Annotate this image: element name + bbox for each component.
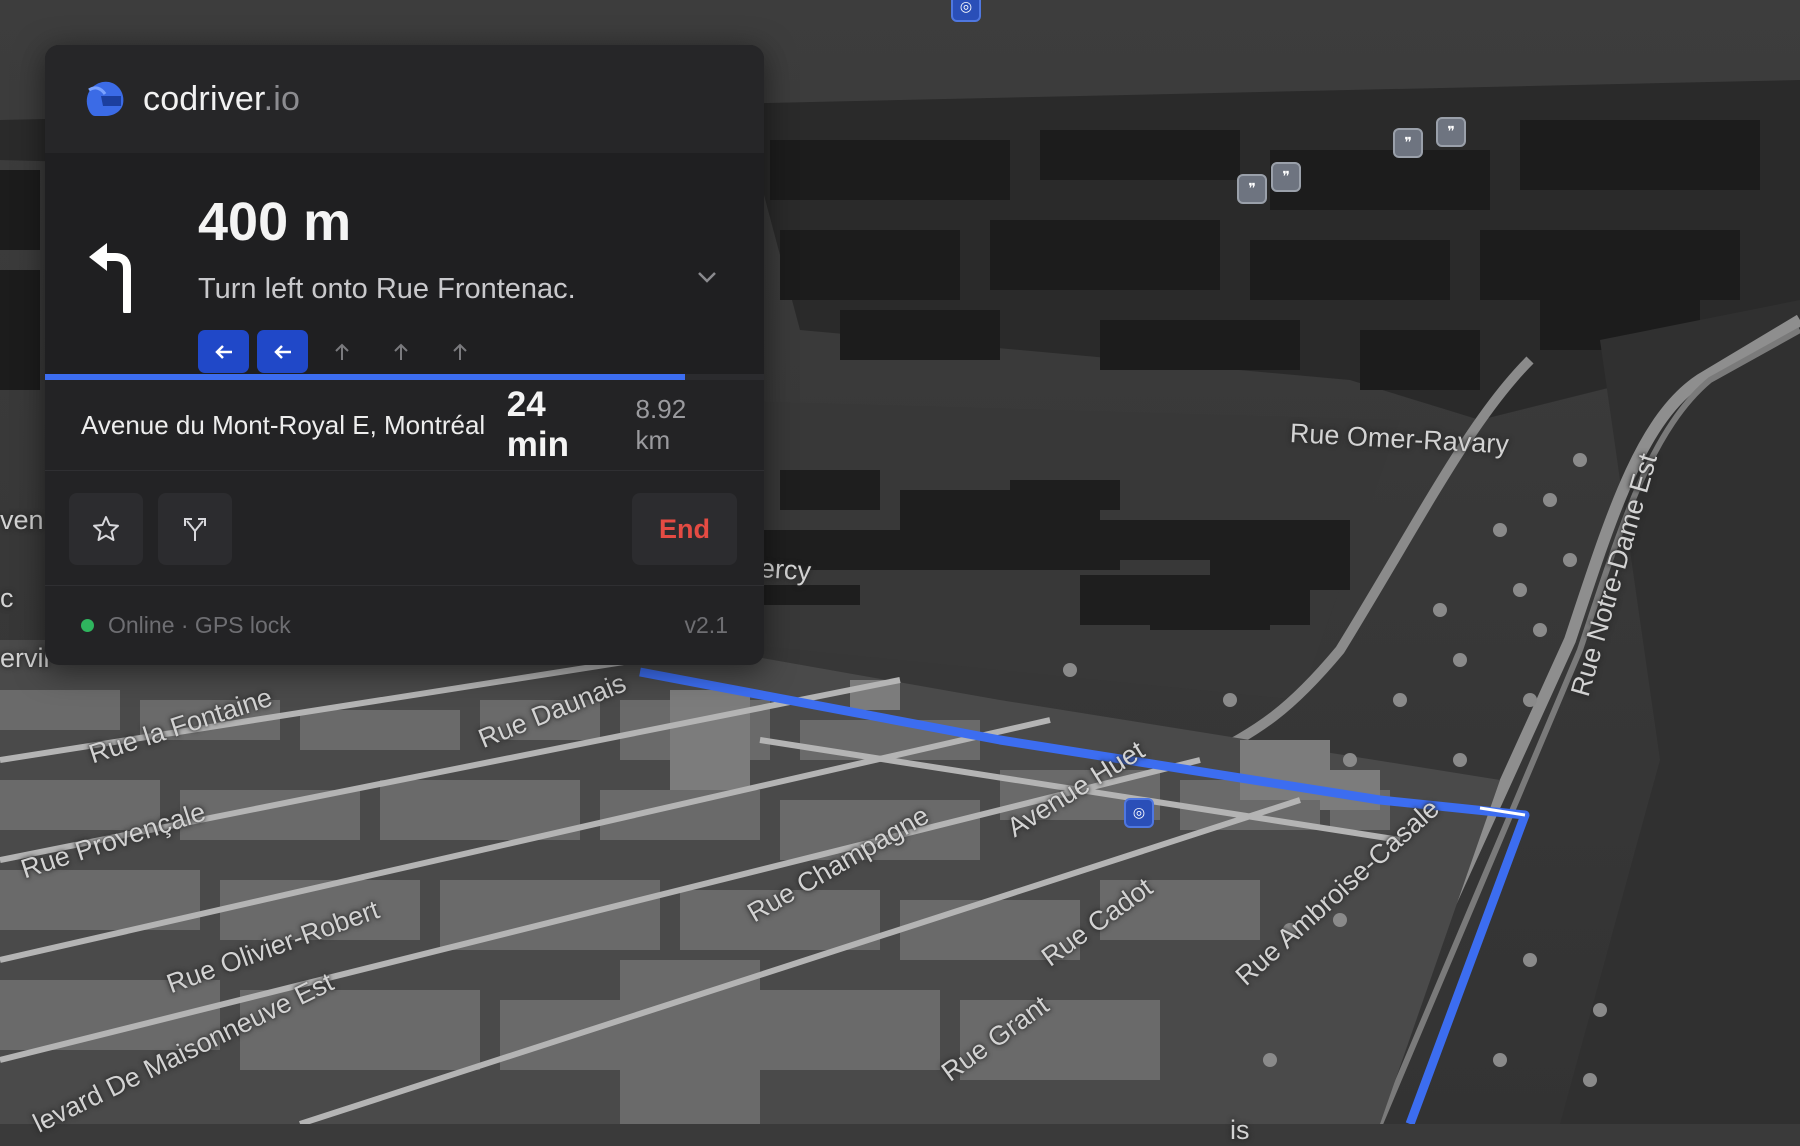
street-label: ercy — [758, 553, 812, 587]
arrow-up-icon — [393, 343, 408, 360]
poi-marker-icon[interactable]: ❞ — [1237, 174, 1267, 204]
brand-name-main: codriver — [143, 79, 264, 118]
chevron-down-icon[interactable] — [695, 265, 719, 289]
lane-left — [198, 330, 249, 373]
maneuver-distance: 400 m — [198, 192, 352, 252]
end-navigation-button[interactable]: End — [632, 493, 737, 565]
street-label: c — [0, 583, 14, 613]
favorite-button[interactable] — [69, 493, 143, 565]
route-progress-fill — [45, 374, 685, 380]
status-bar: Online · GPS lock v2.1 — [45, 586, 764, 664]
lane-straight — [316, 330, 367, 373]
arrow-up-icon — [452, 343, 467, 360]
lane-straight — [375, 330, 426, 373]
poi-marker-icon[interactable]: ❞ — [1271, 162, 1301, 192]
route-progress-bar — [45, 374, 764, 380]
action-bar: End — [45, 471, 764, 586]
eta-label: 24 min — [506, 385, 569, 464]
navigation-panel: codriver.io 400 m Turn left onto Rue Fro… — [45, 45, 764, 665]
brand-name: codriver.io — [143, 80, 300, 119]
street-label: ven — [0, 505, 44, 535]
arrow-up-icon — [334, 343, 349, 360]
route-summary[interactable]: Avenue du Mont-Royal E, Montréal 24 min … — [45, 380, 764, 471]
star-icon — [93, 516, 119, 541]
online-status-dot — [81, 618, 94, 632]
poi-marker-icon[interactable]: ❞ — [1393, 128, 1423, 158]
panel-header: codriver.io — [45, 45, 764, 153]
poi-marker-icon[interactable]: ❞ — [1436, 117, 1466, 147]
brand-tld: .io — [263, 79, 301, 118]
helmet-icon — [86, 81, 124, 116]
arrow-left-icon — [273, 344, 291, 359]
lane-left — [257, 330, 308, 373]
total-distance-label: 8.92 km — [635, 394, 687, 455]
destination-label: Avenue du Mont-Royal E, Montréal — [81, 409, 486, 440]
lane-straight — [434, 330, 485, 373]
lane-guidance — [198, 330, 485, 373]
turn-left-icon — [89, 243, 131, 313]
arrow-left-icon — [214, 344, 232, 359]
speed-camera-icon[interactable]: ◎ — [1124, 798, 1154, 828]
status-text: Online · GPS lock — [108, 611, 291, 638]
alternate-route-button[interactable] — [158, 493, 232, 565]
fork-route-icon — [184, 518, 206, 541]
version-label: v2.1 — [684, 611, 728, 638]
speed-camera-icon[interactable]: ◎ — [951, 0, 981, 22]
street-label: ervil — [0, 643, 50, 673]
maneuver-section[interactable]: 400 m Turn left onto Rue Frontenac. — [45, 153, 764, 380]
maneuver-instruction: Turn left onto Rue Frontenac. — [198, 273, 576, 305]
street-label: is — [1230, 1115, 1250, 1145]
